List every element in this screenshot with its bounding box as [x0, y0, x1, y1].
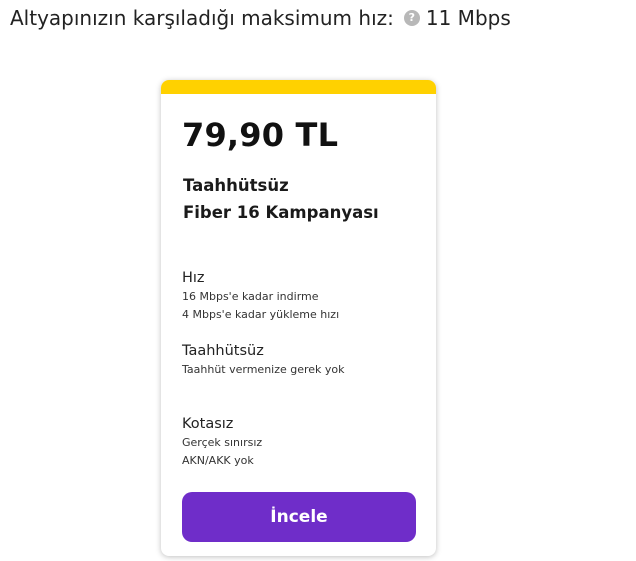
- feature-unlimited: Kotasız Gerçek sınırsız AKN/AKK yok: [182, 414, 262, 470]
- feature-title: Taahhütsüz: [182, 343, 264, 359]
- feature-detail: AKN/AKK yok: [182, 454, 254, 467]
- feature-title: Kotasız: [182, 416, 234, 432]
- feature-title: Hız: [182, 270, 205, 286]
- plan-name-line-2: Fiber 16 Kampanyası: [183, 203, 379, 222]
- feature-detail: 16 Mbps'e kadar indirme: [182, 290, 319, 303]
- max-speed-header: Altyapınızın karşıladığı maksimum hız: ?…: [10, 4, 511, 32]
- max-speed-value: 11 Mbps: [425, 6, 511, 30]
- question-circle-icon[interactable]: ?: [403, 10, 420, 26]
- plan-card: 79,90 TL Taahhütsüz Fiber 16 Kampanyası …: [161, 80, 436, 556]
- feature-speed: Hız 16 Mbps'e kadar indirme 4 Mbps'e kad…: [182, 268, 339, 324]
- feature-detail: Gerçek sınırsız: [182, 436, 263, 449]
- plan-price: 79,90 TL: [182, 116, 339, 154]
- card-accent-bar: [161, 80, 436, 94]
- max-speed-label: Altyapınızın karşıladığı maksimum hız:: [10, 6, 394, 30]
- feature-no-commitment: Taahhütsüz Taahhüt vermenize gerek yok: [182, 341, 345, 379]
- plan-name-line-1: Taahhütsüz: [183, 176, 289, 195]
- feature-detail: 4 Mbps'e kadar yükleme hızı: [182, 308, 340, 321]
- review-button[interactable]: İncele: [182, 492, 416, 542]
- plan-name: Taahhütsüz Fiber 16 Kampanyası: [183, 172, 379, 226]
- feature-detail: Taahhüt vermenize gerek yok: [182, 363, 345, 376]
